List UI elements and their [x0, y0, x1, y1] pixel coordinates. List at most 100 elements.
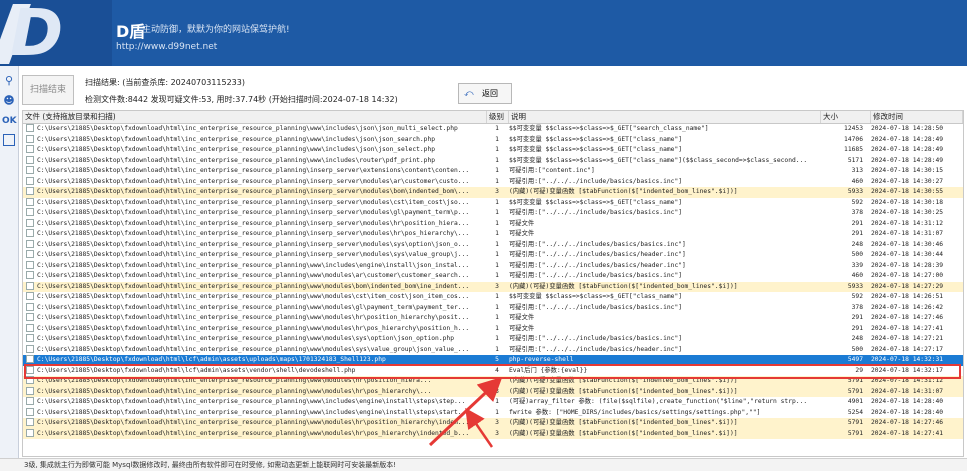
cell-desc: 可疑引用:["../../../include/basics/header.in… — [509, 345, 683, 353]
cell-level: 3 — [495, 188, 499, 195]
cell-level: 1 — [495, 293, 499, 300]
file-icon — [26, 397, 34, 405]
table-row[interactable]: C:\Users\21885\Desktop\fxdownload\html\i… — [23, 260, 963, 272]
table-row[interactable]: C:\Users\21885\Desktop\fxdownload\html\i… — [23, 271, 963, 282]
cell-time: 2024-07-18 14:28:39 — [871, 261, 944, 269]
table-row[interactable]: C:\Users\21885\Desktop\fxdownload\html\i… — [23, 134, 963, 146]
table-row[interactable]: C:\Users\21885\Desktop\fxdownload\html\l… — [23, 355, 963, 366]
back-button[interactable]: ⤺ 返回 — [458, 83, 512, 104]
cell-file: C:\Users\21885\Desktop\fxdownload\html\i… — [23, 187, 485, 198]
file-icon — [26, 145, 34, 153]
table-row[interactable]: C:\Users\21885\Desktop\fxdownload\html\i… — [23, 281, 963, 293]
cell-size: 378 — [851, 303, 863, 311]
table-row[interactable]: C:\Users\21885\Desktop\fxdownload\html\i… — [23, 229, 963, 240]
cell-level: 1 — [495, 135, 499, 143]
table-row[interactable]: C:\Users\21885\Desktop\fxdownload\html\i… — [23, 145, 963, 156]
column-header-time[interactable]: 修改时间 — [871, 111, 963, 123]
brand-url[interactable]: http://www.d99net.net — [116, 42, 217, 52]
file-icon — [26, 250, 34, 258]
table-row[interactable]: C:\Users\21885\Desktop\fxdownload\html\i… — [23, 292, 963, 303]
results-table[interactable]: 文件 (支持拖放目录和扫描) 级别 说明 大小 修改时间 C:\Users\21… — [22, 110, 964, 457]
table-row[interactable]: C:\Users\21885\Desktop\fxdownload\html\i… — [23, 176, 963, 188]
cell-level: 1 — [495, 261, 499, 269]
cell-file: C:\Users\21885\Desktop\fxdownload\html\l… — [23, 355, 485, 366]
window-icon[interactable] — [3, 134, 15, 146]
table-row[interactable]: C:\Users\21885\Desktop\fxdownload\html\i… — [23, 302, 963, 314]
cell-level: 3 — [495, 419, 499, 426]
back-arrow-icon: ⤺ — [464, 88, 474, 99]
cell-size: 5791 — [847, 419, 863, 426]
cell-time: 2024-07-18 14:30:44 — [871, 251, 944, 258]
column-header-level[interactable]: 级别 — [487, 111, 509, 123]
cell-desc: (内藏)(可疑)变量函数 [$tabFunction($["indented_b… — [509, 429, 738, 437]
file-icon — [26, 292, 34, 300]
file-icon — [26, 428, 34, 437]
cell-size: 5171 — [847, 156, 863, 164]
cell-time: 2024-07-18 14:26:42 — [871, 303, 944, 311]
cell-file: C:\Users\21885\Desktop\fxdownload\html\i… — [23, 376, 485, 387]
cell-desc: 可疑引用:["../../../include/basics/basics.in… — [509, 177, 683, 185]
cell-desc: (内藏)(可疑)变量函数 [$tabFunction($["indented_b… — [509, 419, 738, 426]
cell-file: C:\Users\21885\Desktop\fxdownload\html\i… — [23, 407, 485, 419]
file-path: C:\Users\21885\Desktop\fxdownload\html\i… — [37, 209, 470, 216]
table-row[interactable]: C:\Users\21885\Desktop\fxdownload\html\i… — [23, 376, 963, 387]
cell-size: 500 — [851, 345, 863, 353]
table-row[interactable]: C:\Users\21885\Desktop\fxdownload\html\i… — [23, 386, 963, 398]
table-row[interactable]: C:\Users\21885\Desktop\fxdownload\html\i… — [23, 250, 963, 261]
table-row[interactable]: C:\Users\21885\Desktop\fxdownload\html\i… — [23, 418, 963, 429]
cell-desc: Eval后门 {参数:{eval}} — [509, 366, 588, 374]
table-row[interactable]: C:\Users\21885\Desktop\fxdownload\html\i… — [23, 407, 963, 419]
cell-file: C:\Users\21885\Desktop\fxdownload\html\i… — [23, 134, 485, 146]
table-row[interactable]: C:\Users\21885\Desktop\fxdownload\html\i… — [23, 187, 963, 198]
file-icon — [26, 166, 34, 174]
table-row[interactable]: C:\Users\21885\Desktop\fxdownload\html\i… — [23, 397, 963, 408]
table-row[interactable]: C:\Users\21885\Desktop\fxdownload\html\i… — [23, 155, 963, 167]
table-row[interactable]: C:\Users\21885\Desktop\fxdownload\html\l… — [23, 365, 963, 377]
file-icon — [26, 302, 34, 311]
cell-file: C:\Users\21885\Desktop\fxdownload\html\i… — [23, 281, 485, 293]
cell-size: 14706 — [844, 135, 863, 143]
cell-time: 2024-07-18 14:27:46 — [871, 314, 944, 321]
cell-desc: $$可变变量 $$class=>$class=>$_GET["class_nam… — [509, 198, 683, 206]
column-header-size[interactable]: 大小 — [821, 111, 871, 123]
table-row[interactable]: C:\Users\21885\Desktop\fxdownload\html\i… — [23, 313, 963, 324]
ok-icon[interactable]: OK — [2, 114, 17, 128]
scan-button[interactable]: 扫描结束 — [22, 75, 74, 105]
table-row[interactable]: C:\Users\21885\Desktop\fxdownload\html\i… — [23, 344, 963, 356]
cell-size: 291 — [851, 314, 863, 321]
file-path: C:\Users\21885\Desktop\fxdownload\html\i… — [37, 146, 436, 153]
cell-size: 5933 — [847, 188, 863, 195]
back-button-label: 返回 — [482, 89, 498, 98]
file-path: C:\Users\21885\Desktop\fxdownload\html\i… — [37, 429, 470, 437]
column-header-file[interactable]: 文件 (支持拖放目录和扫描) — [23, 111, 487, 123]
table-row[interactable]: C:\Users\21885\Desktop\fxdownload\html\i… — [23, 208, 963, 219]
brand-slogan: 主动防御，默默为你的网站保驾护航! — [142, 25, 290, 35]
cell-level: 4 — [495, 366, 499, 374]
cell-time: 2024-07-18 14:30:27 — [871, 177, 944, 185]
table-row[interactable]: C:\Users\21885\Desktop\fxdownload\html\i… — [23, 166, 963, 177]
table-row[interactable]: C:\Users\21885\Desktop\fxdownload\html\i… — [23, 239, 963, 251]
table-row[interactable]: C:\Users\21885\Desktop\fxdownload\html\i… — [23, 428, 963, 439]
cell-time: 2024-07-18 14:28:49 — [871, 146, 944, 153]
table-row[interactable]: C:\Users\21885\Desktop\fxdownload\html\i… — [23, 124, 963, 135]
table-row[interactable]: C:\Users\21885\Desktop\fxdownload\html\i… — [23, 218, 963, 230]
file-icon — [26, 281, 34, 290]
table-row[interactable]: C:\Users\21885\Desktop\fxdownload\html\i… — [23, 334, 963, 345]
cell-file: C:\Users\21885\Desktop\fxdownload\html\i… — [23, 260, 485, 272]
table-row[interactable]: C:\Users\21885\Desktop\fxdownload\html\i… — [23, 323, 963, 335]
cell-level: 3 — [495, 377, 499, 384]
table-body: C:\Users\21885\Desktop\fxdownload\html\i… — [23, 124, 963, 439]
cell-file: C:\Users\21885\Desktop\fxdownload\html\i… — [23, 397, 485, 408]
cell-file: C:\Users\21885\Desktop\fxdownload\html\i… — [23, 386, 485, 398]
file-icon — [26, 376, 34, 384]
column-header-desc[interactable]: 说明 — [509, 111, 821, 123]
file-icon — [26, 334, 34, 342]
cell-file: C:\Users\21885\Desktop\fxdownload\html\i… — [23, 250, 485, 261]
cell-level: 1 — [495, 314, 499, 321]
table-row[interactable]: C:\Users\21885\Desktop\fxdownload\html\i… — [23, 197, 963, 209]
search-icon[interactable]: ⚲ — [2, 74, 16, 88]
user-icon[interactable]: ☻ — [2, 94, 16, 108]
cell-time: 2024-07-18 14:27:41 — [871, 324, 944, 332]
cell-time: 2024-07-18 14:27:46 — [871, 419, 944, 426]
cell-desc: 可疑引用:["../../../include/basics/basics.in… — [509, 303, 683, 311]
